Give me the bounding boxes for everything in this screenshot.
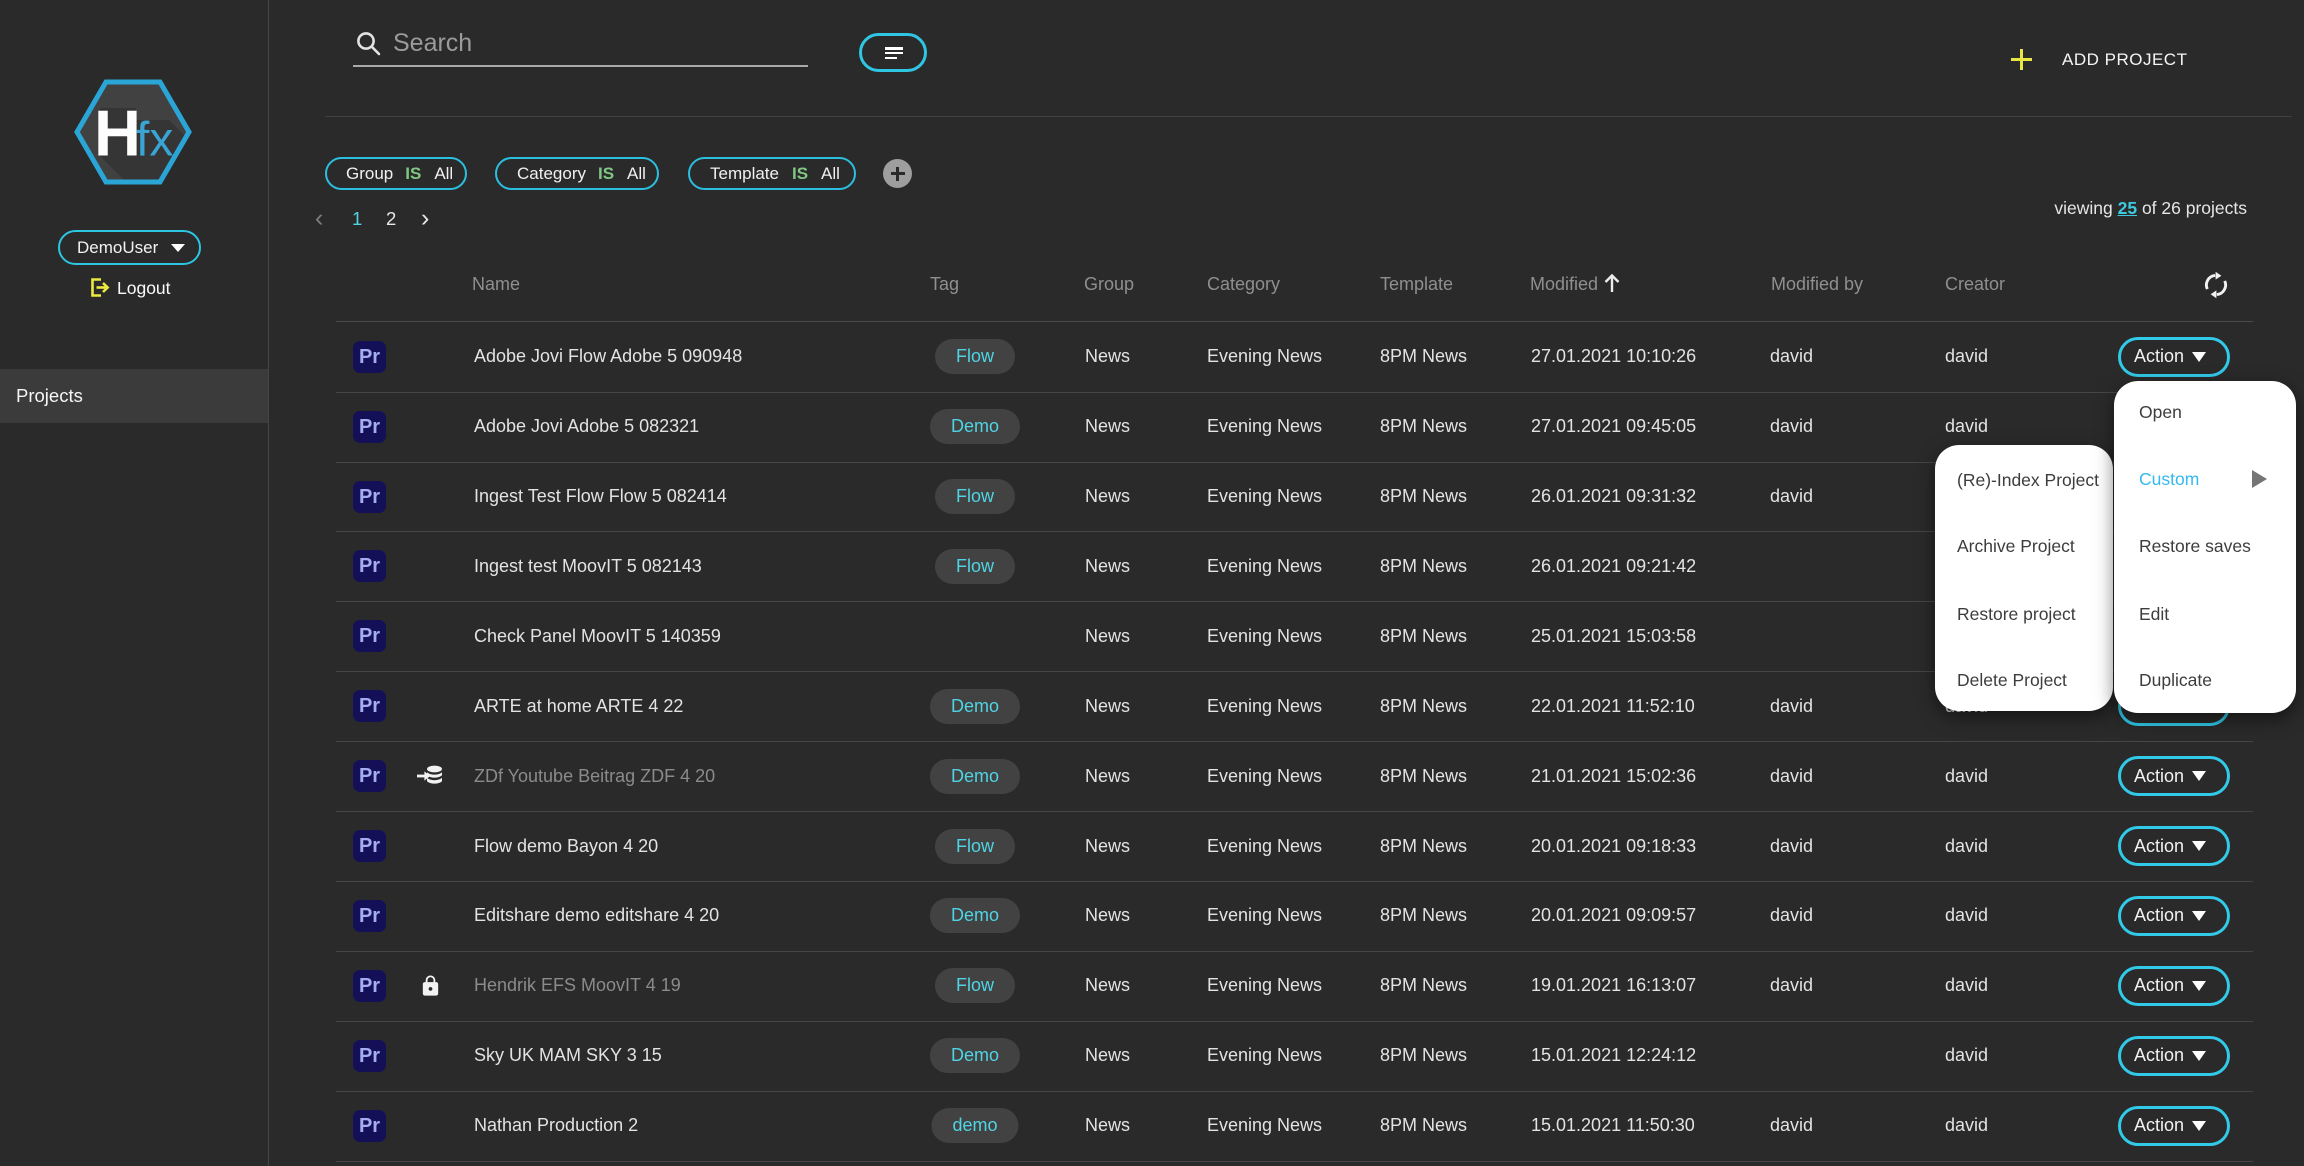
svg-text:H: H [94, 97, 141, 170]
svg-text:fx: fx [136, 114, 173, 167]
